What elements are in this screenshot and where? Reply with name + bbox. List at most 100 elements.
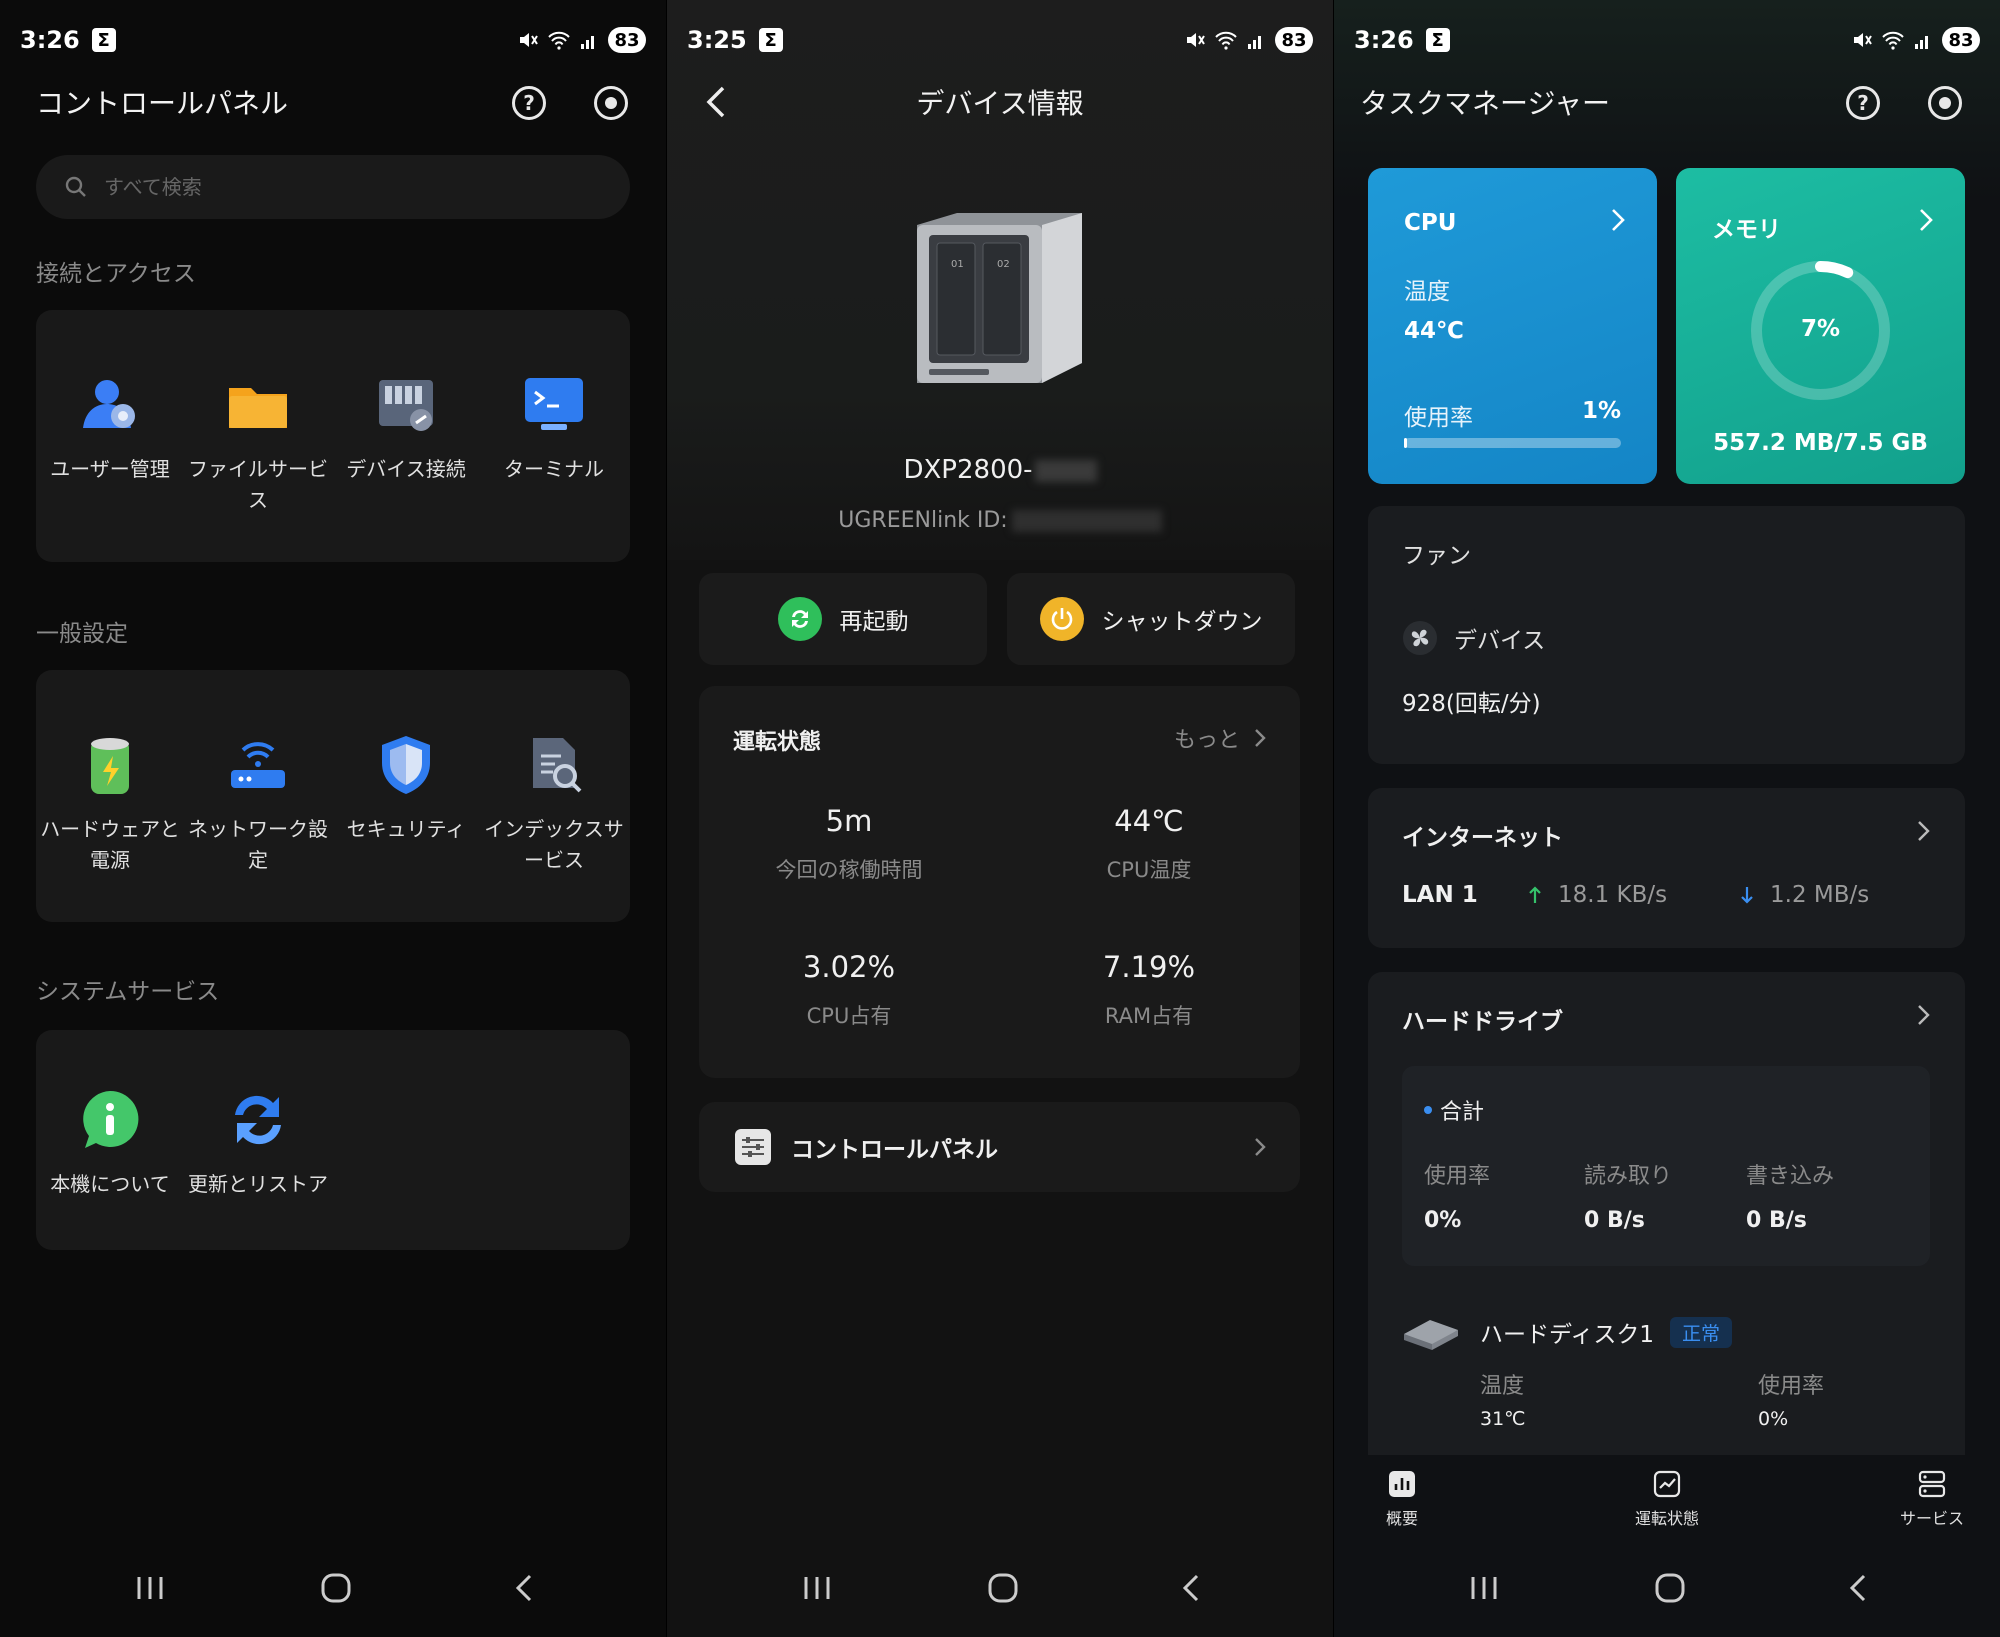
server-icon [1918,1470,1946,1498]
battery-icon [91,738,129,794]
back-button[interactable] [1161,1558,1221,1618]
search-bar[interactable] [36,155,630,219]
recent-apps-button[interactable] [1454,1558,1514,1618]
tab-running-status[interactable]: 運転状態 [1607,1469,1727,1529]
about-item[interactable]: 本機について [36,1085,184,1200]
device-link-item[interactable]: デバイス接続 [332,370,480,485]
cpu-card[interactable]: CPU 温度 44℃ 使用率 1% [1368,168,1657,484]
help-button[interactable]: ? [512,86,546,120]
cpu-usage-value: 3.02% [802,950,896,984]
terminal-label: ターミナル [504,457,604,481]
upload-speed: 18.1 KB/s [1558,882,1668,908]
users-item[interactable]: ユーザー管理 [36,370,184,485]
nas-device-image: 01 02 [917,213,1082,383]
device-link-label: デバイス接続 [346,457,466,481]
download-speed-row: 1.2 MB/s [1740,882,1869,908]
home-icon [321,1573,351,1603]
cpu-temp-label: 温度 [1404,279,1450,305]
internet-card[interactable]: インターネット LAN 1 18.1 KB/s 1.2 MB/s [1368,788,1965,948]
battery-level: 83 [608,27,646,53]
tab-overview[interactable]: 概要 [1342,1469,1462,1529]
mute-icon [1854,33,1872,47]
folder-icon [229,388,287,428]
help-button[interactable]: ? [1846,86,1880,120]
shield-icon [382,736,430,794]
fan-title: ファン [1402,543,1471,569]
page-title: コントロールパネル [36,87,289,120]
control-panel-link[interactable]: コントロールパネル [699,1102,1300,1192]
recent-apps-icon [137,1577,163,1599]
more-label: もっと [1173,728,1240,753]
recent-apps-button[interactable] [787,1558,847,1618]
back-button[interactable] [494,1558,554,1618]
refresh-icon [235,1095,281,1145]
shutdown-label: シャットダウン [1101,609,1263,635]
about-label: 本機について [50,1172,170,1196]
terminal-item[interactable]: ターミナル [480,370,628,485]
cpu-usage-value: 1% [1581,398,1621,424]
total-label: 合計 [1440,1100,1485,1125]
status-bar: 3:26 Σ 83 [20,22,646,58]
shutdown-button[interactable]: シャットダウン [1007,573,1295,665]
cpu-usage-bar [1404,438,1621,448]
general-card: ハードウェアと電源 ネットワーク設定 セキュリティ インデックスサービス [36,670,630,922]
download-speed: 1.2 MB/s [1770,882,1870,908]
cpu-temp-label: CPU温度 [1106,858,1192,882]
cpu-usage-fill [1404,438,1408,448]
back-icon [1182,1574,1199,1602]
home-button[interactable] [306,1558,366,1618]
update-restore-item[interactable]: 更新とリストア [184,1085,332,1200]
redacted-serial [1034,459,1097,482]
running-status-title: 運転状態 [733,730,822,755]
task-manager-screen: 3:26 Σ 83 タスクマネージャー ? CPU 温度 44℃ 使用率 1% … [1334,0,2000,1637]
cpu-temp-value: 44℃ [1114,804,1184,838]
hard-drive-card[interactable]: ハードドライブ 合計 使用率 0% 読み取り 0 B/s 書き込み 0 B/s … [1368,972,1965,1455]
index-service-item[interactable]: インデックスサービス [480,730,628,876]
home-button[interactable] [973,1558,1033,1618]
status-bar: 3:25 Σ 83 [687,22,1313,58]
network-item[interactable]: ネットワーク設定 [184,730,332,876]
chart-line-icon [1653,1470,1681,1498]
status-badge: 正常 [1670,1316,1733,1348]
fan-speed: 928(回転/分) [1402,691,1541,717]
power-icon [1039,597,1084,641]
file-service-item[interactable]: ファイルサービス [184,370,332,516]
hardware-power-item[interactable]: ハードウェアと電源 [36,730,184,876]
cpu-temp-value: 44℃ [1404,318,1464,344]
users-icon [83,380,135,428]
redacted-id [1011,510,1162,532]
signal-icon [581,36,594,49]
ugreenlink-label: UGREENlink ID: [838,508,1008,533]
device-model-text: DXP2800- [903,455,1033,485]
running-status-card: 運転状態 もっと 5m 今回の稼働時間 44℃ CPU温度 3.02% CPU占… [699,686,1300,1078]
mute-icon [520,33,538,47]
record-button[interactable] [594,86,628,120]
hardware-power-label: ハードウェアと電源 [40,817,180,872]
more-link[interactable]: もっと [1174,722,1266,754]
restart-button[interactable]: 再起動 [699,573,987,665]
back-icon [515,1574,532,1602]
arrow-up-icon [1529,886,1541,903]
status-time: 3:26 [20,26,80,54]
notification-icon: Σ [1425,28,1450,52]
index-service-label: インデックスサービス [484,817,624,872]
connection-card: ユーザー管理 ファイルサービス デバイス接続 ターミナル [36,310,630,562]
notification-icon: Σ [758,28,783,52]
record-button[interactable] [1928,86,1962,120]
system-card: 本機について 更新とリストア [36,1030,630,1250]
fan-device-label: デバイス [1454,628,1546,654]
memory-detail: 557.2 MB/7.5 GB [1713,430,1928,456]
chevron-right-icon [1918,1005,1930,1025]
home-button[interactable] [1640,1558,1700,1618]
ram-usage-value: 7.19% [1102,950,1196,984]
svg-text:01: 01 [951,259,964,270]
security-item[interactable]: セキュリティ [332,730,480,845]
back-button[interactable] [1828,1558,1888,1618]
search-input[interactable] [104,175,584,199]
network-label: ネットワーク設定 [188,817,328,872]
disk1-usage-label: 使用率 [1758,1374,1825,1399]
drive-read-value: 0 B/s [1584,1208,1645,1233]
tab-services[interactable]: サービス [1872,1469,1992,1529]
memory-card[interactable]: メモリ 7% 557.2 MB/7.5 GB [1676,168,1965,484]
recent-apps-button[interactable] [120,1558,180,1618]
